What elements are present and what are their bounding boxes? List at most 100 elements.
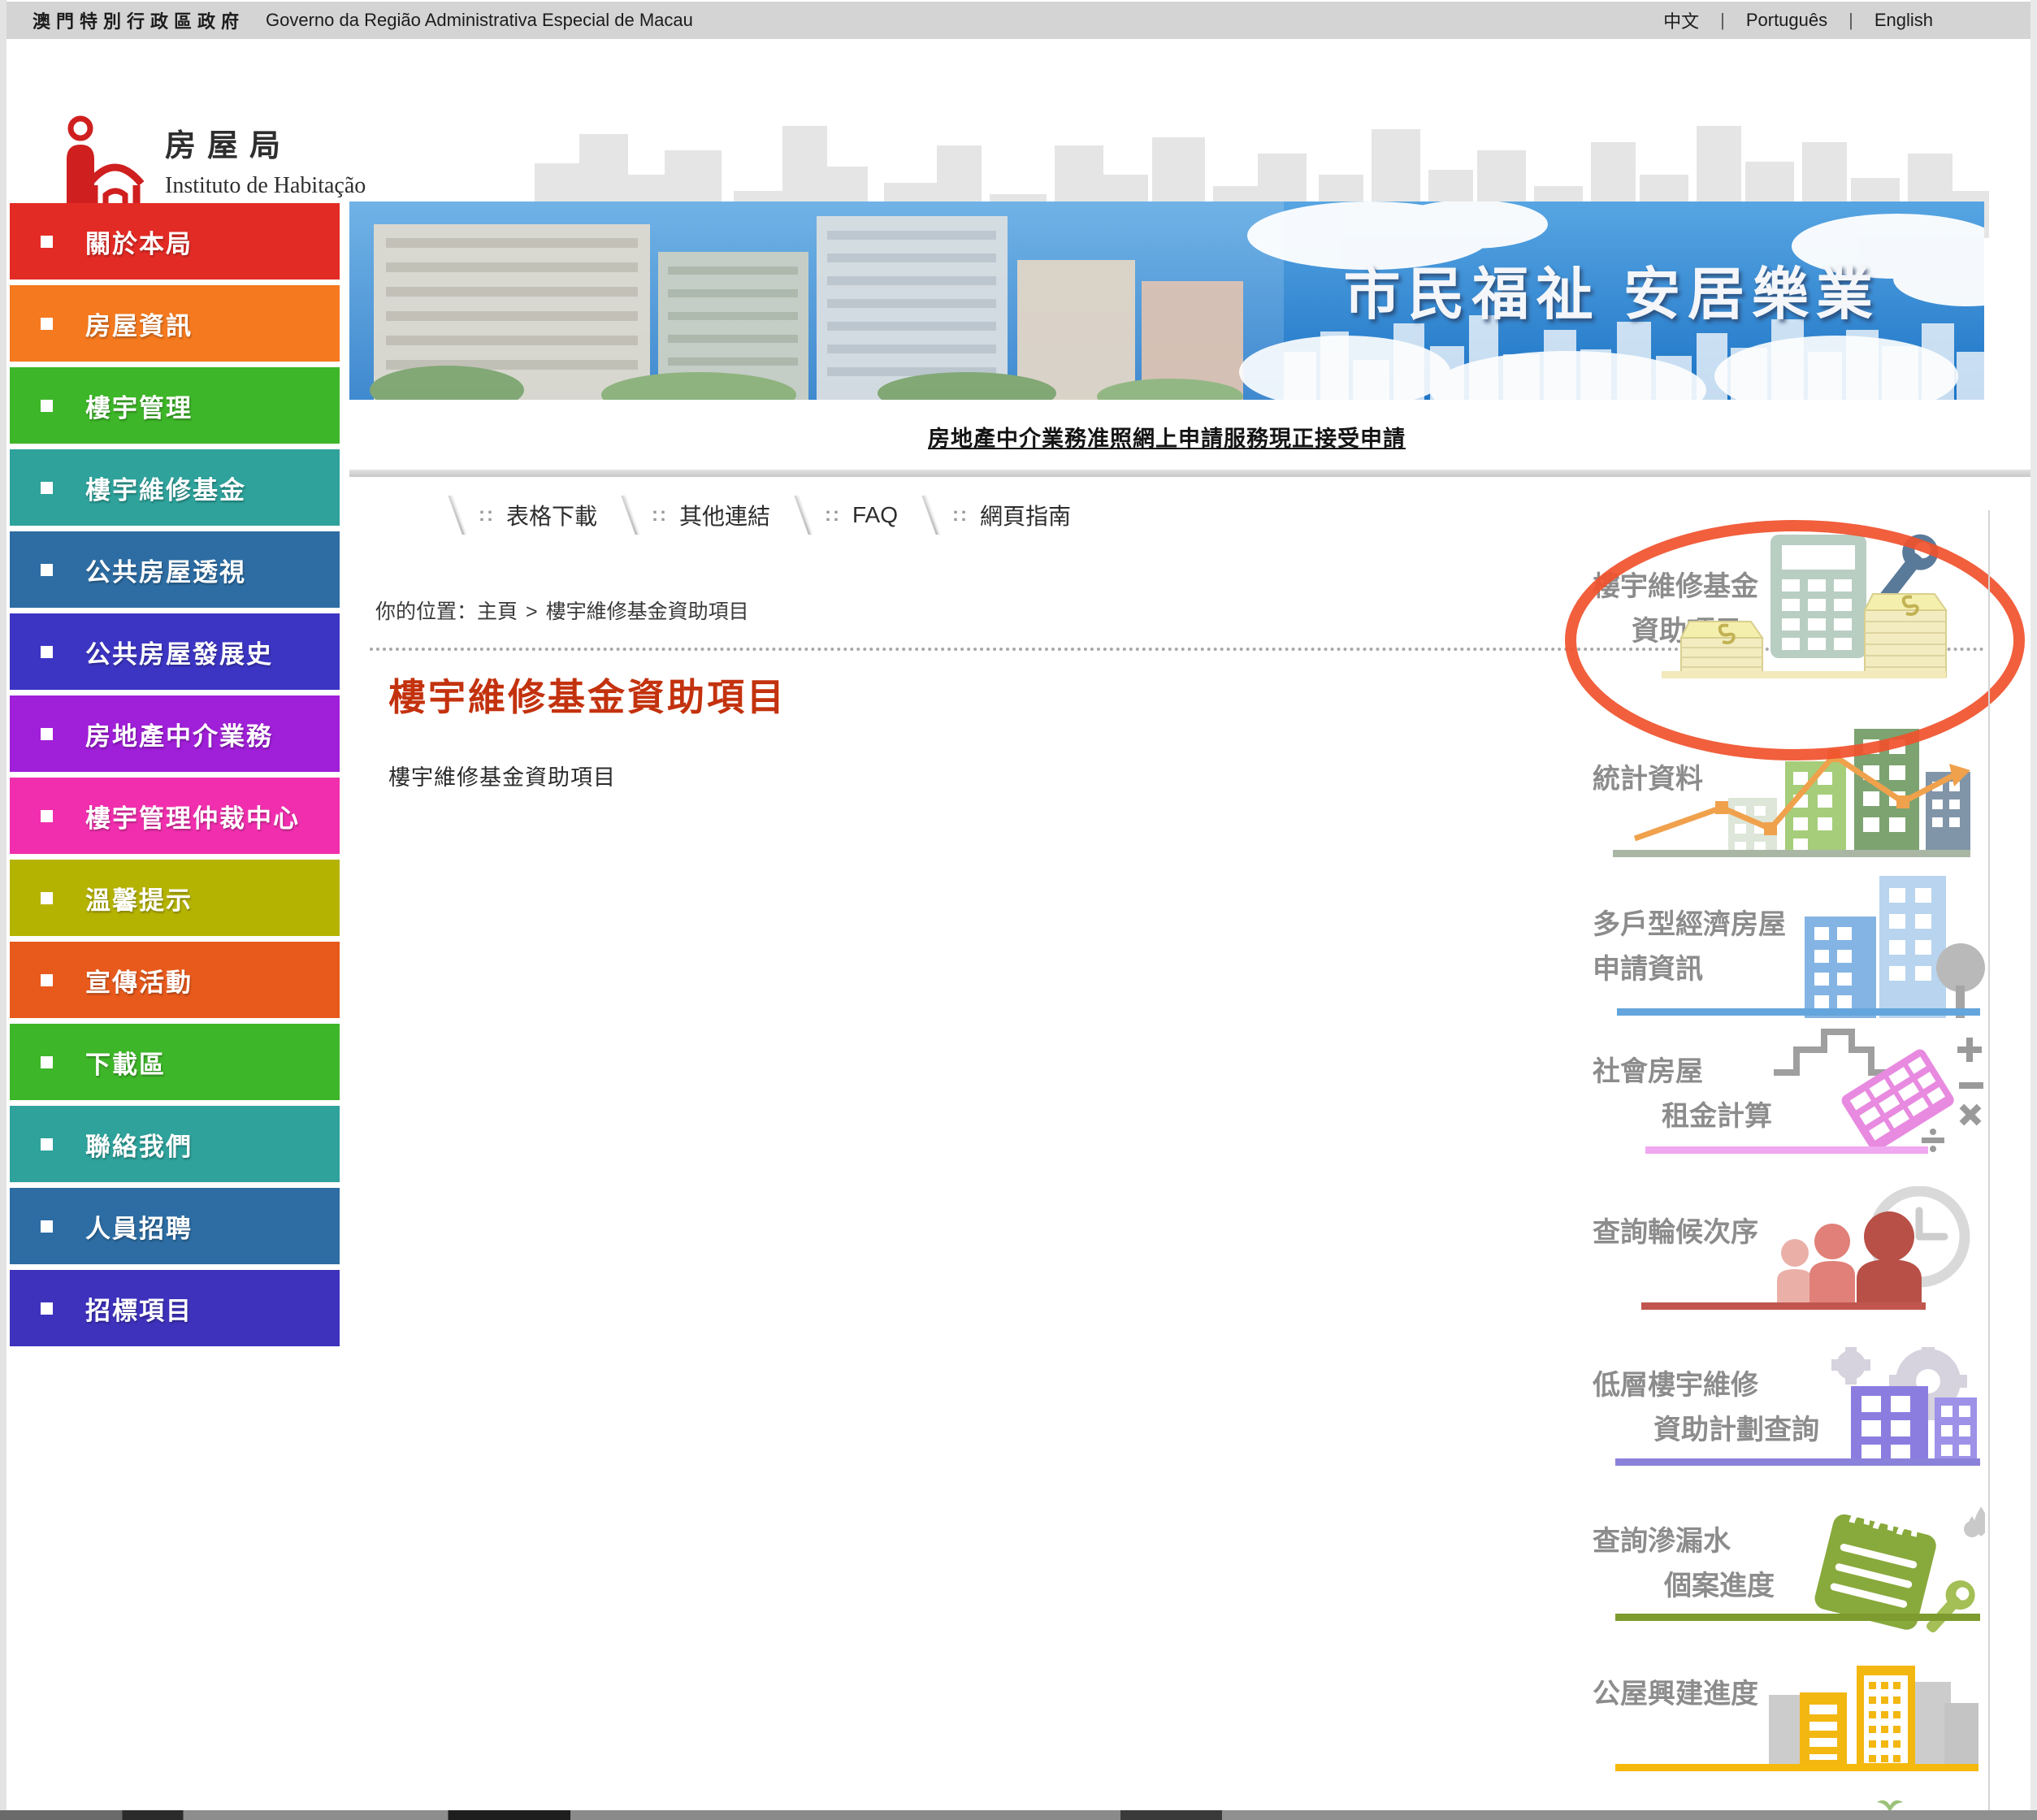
breadcrumb-home-link[interactable]: 主頁 (477, 600, 518, 623)
quicklink-underline (1662, 671, 1946, 678)
colon-marker-icon: :: (825, 504, 841, 526)
sidebar-item-recruitment[interactable]: 人員招聘 (10, 1188, 340, 1264)
sidebar-item-building-management[interactable]: 樓宇管理 (10, 367, 340, 444)
bullet-square-icon (41, 728, 53, 740)
quicklink-underline (1617, 1008, 1980, 1016)
economic-housing-icon (1798, 872, 1985, 1018)
quicklink-public-housing-construction[interactable]: 公屋興建進度 (1584, 1666, 1987, 1771)
sidebar-item-real-estate-agency[interactable]: 房地產中介業務 (10, 696, 340, 772)
quicklink-statistics[interactable]: 統計資料 (1584, 748, 1987, 857)
bureau-name-zh: 房屋局 (165, 120, 366, 165)
colon-marker-icon: :: (652, 504, 668, 526)
lang-english-link[interactable]: English (1874, 10, 1933, 31)
sidebar-item-promotional-activities[interactable]: 宣傳活動 (10, 942, 340, 1018)
sidebar-item-arbitration-center[interactable]: 樓宇管理仲裁中心 (10, 778, 340, 854)
lang-divider: | (1720, 10, 1725, 31)
tab-web-guide[interactable]: :: 網頁指南 (929, 496, 1071, 535)
colon-marker-icon: :: (952, 504, 969, 526)
quicklink-label: 查詢滲漏水個案進度 (1593, 1519, 1775, 1609)
construction-progress-icon (1744, 1664, 1980, 1768)
quicklink-underline (1613, 850, 1970, 857)
sidebar-item-building-maintenance-fund[interactable]: 樓宇維修基金 (10, 449, 340, 526)
quicklink-label: 公屋興建進度 (1593, 1672, 1758, 1717)
language-switcher: 中文 | Português | English (1663, 7, 1933, 33)
quicklink-underline (1615, 1614, 1980, 1621)
page-title: 樓宇維修基金資助項目 (388, 668, 787, 722)
bullet-square-icon (41, 892, 53, 904)
rent-calculator-icon (1774, 1024, 1985, 1154)
page: 澳門特別行政區政府 Governo da Região Administrati… (0, 0, 2037, 1820)
tab-other-links[interactable]: :: 其他連結 (628, 496, 770, 535)
quicklink-queue-status[interactable]: 查詢輪候次序 (1584, 1202, 1987, 1310)
bullet-square-icon (41, 1138, 53, 1150)
hero-banner: 市民福祉 安居樂業 (349, 202, 1984, 400)
page-edge-bottom (0, 1810, 2037, 1820)
slash-separator-icon (794, 496, 810, 535)
quicklink-underline (1645, 1146, 1928, 1154)
announcement-link[interactable]: 房地產中介業務准照網上申請服務現正接受申請 (928, 427, 1406, 451)
tab-faq[interactable]: :: FAQ (801, 496, 898, 535)
breadcrumb: 你的位置：主頁 > 樓宇維修基金資助項目 (375, 596, 749, 625)
banner-slogan: 市民福祉 安居樂業 (1344, 249, 1880, 331)
quicklink-underline (1615, 1764, 1978, 1771)
bullet-square-icon (41, 564, 53, 576)
bullet-square-icon (41, 318, 53, 330)
content-link[interactable]: 樓宇維修基金資助項目 (388, 760, 616, 791)
sidebar-item-friendly-reminders[interactable]: 溫馨提示 (10, 860, 340, 936)
sidebar-item-tender-projects[interactable]: 招標項目 (10, 1270, 340, 1346)
content-right-border (1988, 510, 1990, 1810)
quicklink-label: 社會房屋租金計算 (1593, 1050, 1772, 1139)
quicklink-label: 查詢輪候次序 (1593, 1211, 1758, 1255)
bullet-square-icon (41, 1220, 53, 1233)
statistics-buildings-icon (1631, 725, 1972, 855)
lang-chinese-link[interactable]: 中文 (1663, 7, 1699, 33)
breadcrumb-separator: > (526, 600, 538, 623)
slash-separator-icon (448, 496, 464, 535)
government-top-bar: 澳門特別行政區政府 Governo da Região Administrati… (7, 2, 2030, 41)
queue-clock-icon (1753, 1186, 1980, 1310)
sidebar-item-download-area[interactable]: 下載區 (10, 1024, 340, 1100)
bullet-square-icon (41, 810, 53, 822)
bullet-square-icon (41, 974, 53, 986)
quicklink-underline (1615, 1458, 1980, 1466)
quicklink-label: 低層樓宇維修資助計劃查詢 (1593, 1363, 1819, 1453)
bullet-square-icon (41, 1056, 53, 1068)
sidebar-item-contact-us[interactable]: 聯絡我們 (10, 1106, 340, 1182)
breadcrumb-current: 樓宇維修基金資助項目 (546, 600, 749, 623)
sidebar-item-about-bureau[interactable]: 關於本局 (10, 203, 340, 280)
logo-text: 房屋局 Instituto de Habitação (165, 120, 366, 199)
site-header: 房屋局 Instituto de Habitação (7, 39, 2030, 202)
horizontal-divider (349, 470, 2030, 477)
sidebar-menu: 關於本局 房屋資訊 樓宇管理 樓宇維修基金 公共房屋透視 公共房屋發展史 房地產… (10, 203, 340, 1352)
bureau-name-pt: Instituto de Habitação (165, 173, 366, 199)
lowrise-repair-icon (1806, 1347, 1985, 1466)
quicklink-lowrise-repair-scheme[interactable]: 低層樓宇維修資助計劃查詢 (1584, 1358, 1987, 1466)
colon-marker-icon: :: (479, 504, 495, 526)
slash-separator-icon (921, 496, 938, 535)
bullet-square-icon (41, 646, 53, 658)
secondary-nav: :: 表格下載 :: 其他連結 :: FAQ :: 網頁指南 (455, 496, 1071, 535)
bullet-square-icon (41, 400, 53, 412)
quicklink-social-housing-rent-calc[interactable]: 社會房屋租金計算 (1584, 1048, 1987, 1154)
bullet-square-icon (41, 236, 53, 248)
breadcrumb-prefix: 你的位置： (375, 600, 477, 623)
page-edge-right (2030, 0, 2037, 1820)
sidebar-item-public-housing-overview[interactable]: 公共房屋透視 (10, 531, 340, 608)
tab-forms-download[interactable]: :: 表格下載 (455, 496, 597, 535)
gov-title-zh: 澳門特別行政區政府 (33, 7, 245, 33)
quicklink-underline (1641, 1302, 1926, 1310)
sidebar-item-housing-info[interactable]: 房屋資訊 (10, 285, 340, 362)
bullet-square-icon (41, 482, 53, 494)
slash-separator-icon (621, 496, 637, 535)
lang-divider: | (1848, 10, 1853, 31)
quicklink-label: 多戶型經濟房屋申請資訊 (1593, 903, 1786, 992)
announcement-bar: 房地產中介業務准照網上申請服務現正接受申請 (349, 421, 1984, 453)
gov-title-pt: Governo da Região Administrativa Especia… (266, 10, 693, 31)
sidebar-item-public-housing-history[interactable]: 公共房屋發展史 (10, 613, 340, 690)
quicklink-water-leak-progress[interactable]: 查詢滲漏水個案進度 (1584, 1518, 1987, 1621)
bullet-square-icon (41, 1302, 53, 1315)
lang-portuguese-link[interactable]: Português (1746, 10, 1827, 31)
page-edge-left (0, 0, 7, 1820)
quicklink-building-maintenance-fund[interactable]: 樓宇維修基金資助項目 (1584, 532, 1987, 678)
quicklink-economic-housing-application[interactable]: 多戶型經濟房屋申請資訊 (1584, 898, 1987, 1016)
